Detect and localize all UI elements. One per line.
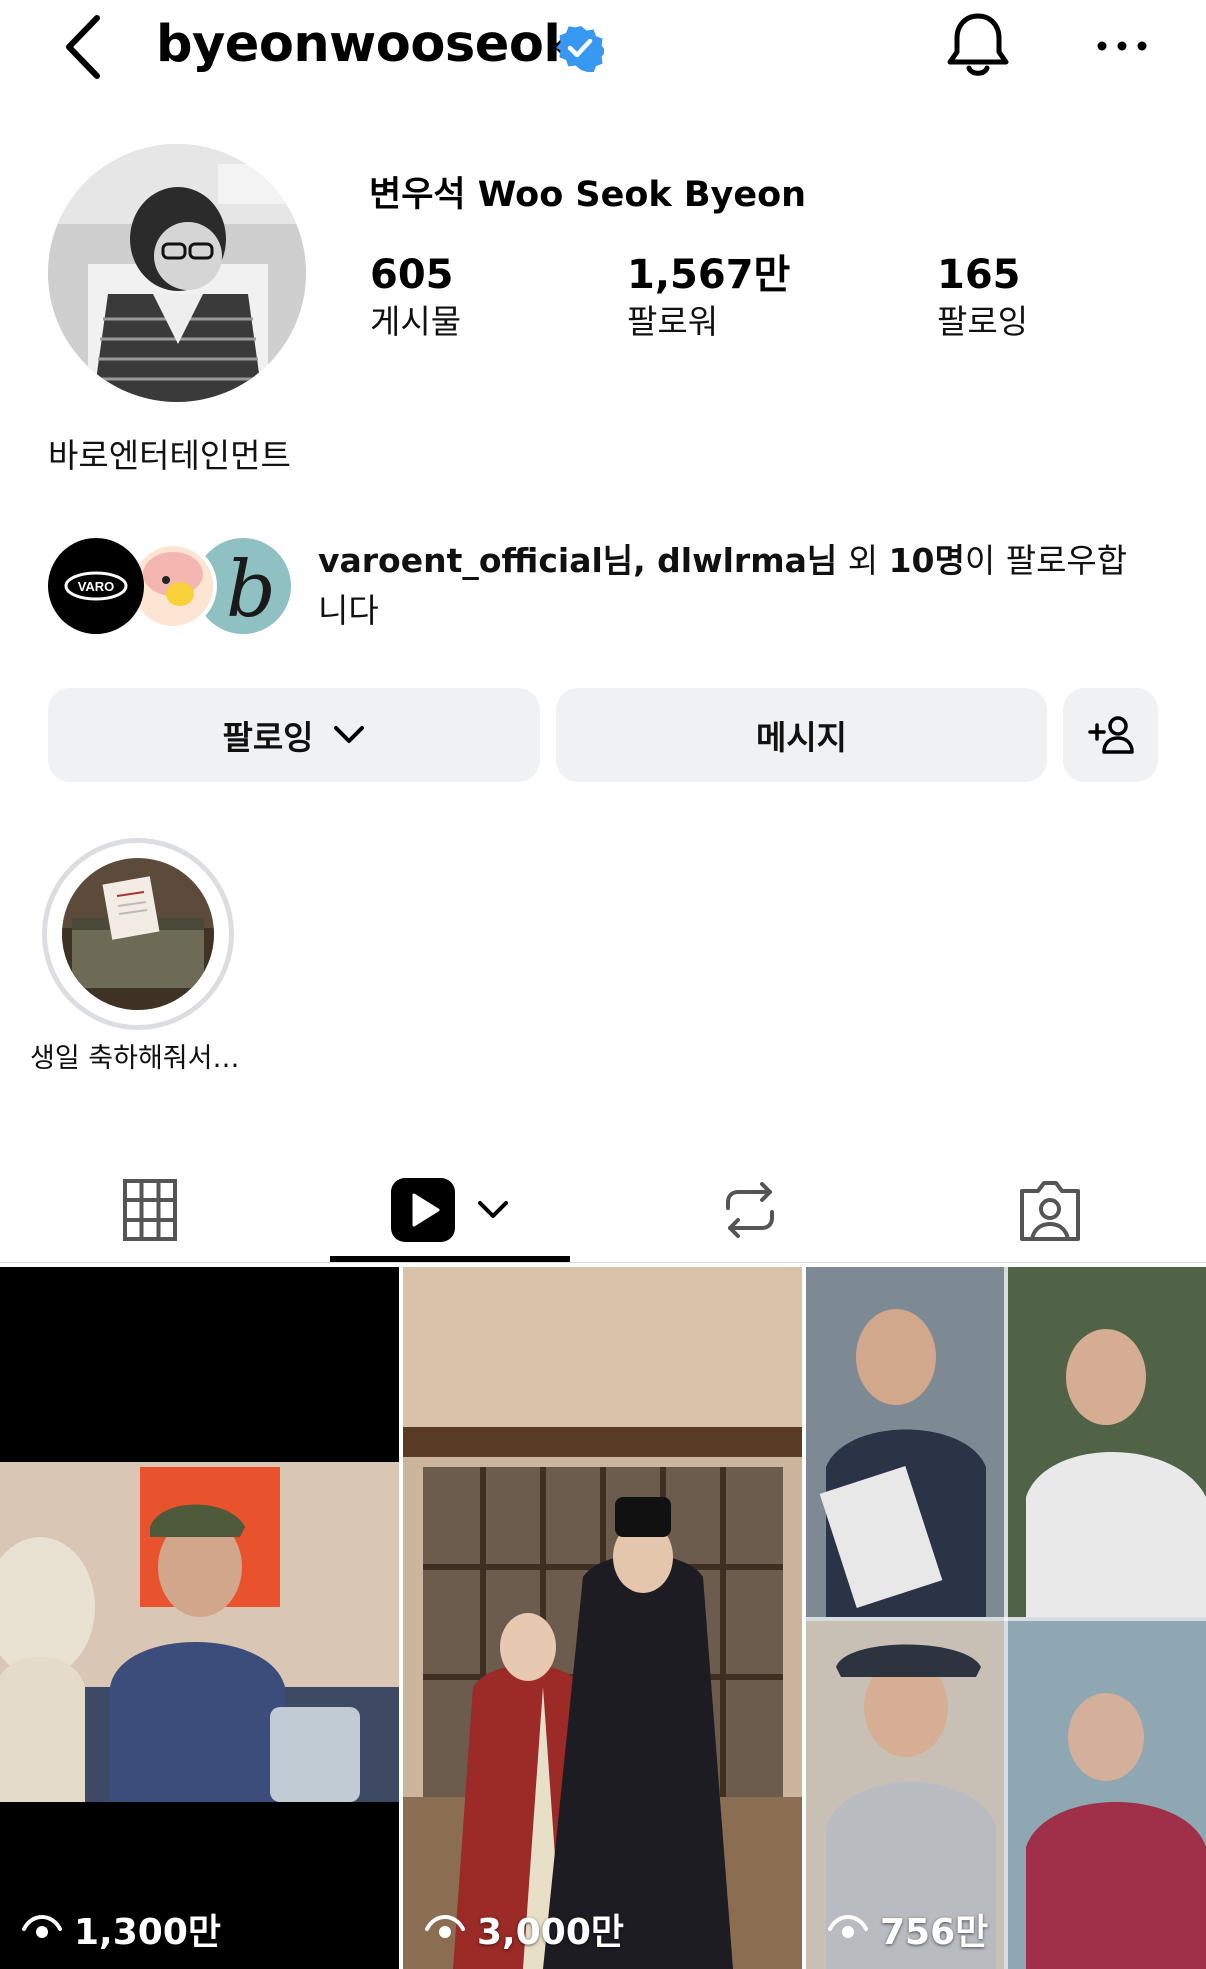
following-value: 165	[937, 252, 1021, 298]
tab-reposts[interactable]	[630, 1160, 870, 1260]
reel-thumbnail[interactable]: 3,000만	[403, 1267, 802, 1969]
add-person-icon	[1087, 716, 1134, 754]
tagged-icon	[1020, 1181, 1080, 1241]
followers-count[interactable]: 1,567만 팔로워	[627, 250, 790, 344]
back-arrow-icon[interactable]	[55, 12, 115, 82]
posts-count: 605 게시물	[370, 250, 461, 344]
following-label: 팔로잉	[937, 302, 1029, 341]
verified-badge-icon	[556, 26, 604, 72]
posts-value: 605	[370, 252, 454, 298]
display-name: 변우석 Woo Seok Byeon	[369, 175, 807, 215]
grid-icon	[123, 1179, 177, 1241]
tab-reels[interactable]	[330, 1160, 570, 1260]
followers-label: 팔로워	[627, 302, 719, 341]
highlight-thumbnail[interactable]	[62, 858, 214, 1010]
highlight-label: 생일 축하해줘서…	[30, 1043, 240, 1074]
mutual-avatar-letter: b	[226, 545, 276, 635]
reel-view-count-text: 3,000만	[477, 1912, 624, 1953]
following-button-label: 팔로잉	[222, 718, 314, 757]
reel-view-count: 3,000만	[425, 1903, 624, 1955]
mutual-count: 10명	[888, 541, 965, 580]
mutual-followers-text[interactable]: varoent_official님, dlwlrma님 외 10명이 팔로우합니…	[318, 536, 1148, 636]
more-options-icon[interactable]	[1092, 28, 1152, 64]
following-count[interactable]: 165 팔로잉	[937, 250, 1028, 344]
reel-thumbnail[interactable]: 756만	[806, 1267, 1206, 1969]
eye-icon	[425, 1915, 465, 1938]
followers-value: 1,567만	[627, 252, 791, 298]
reels-icon	[391, 1178, 455, 1242]
message-button-label: 메시지	[755, 718, 848, 757]
chevron-down-icon	[478, 1201, 508, 1218]
chevron-down-icon	[333, 726, 364, 743]
message-button[interactable]: 메시지	[556, 688, 1047, 782]
reel-view-count: 1,300만	[22, 1903, 221, 1955]
eye-icon	[22, 1915, 62, 1938]
reel-view-count-text: 1,300만	[74, 1912, 221, 1953]
posts-label: 게시물	[370, 302, 462, 341]
tab-divider	[0, 1262, 1206, 1263]
reel-view-count: 756만	[828, 1903, 988, 1955]
eye-icon	[828, 1915, 868, 1938]
tab-tagged[interactable]	[930, 1160, 1170, 1260]
repost-icon	[726, 1182, 774, 1238]
notification-bell-icon[interactable]	[943, 10, 1013, 82]
profile-avatar[interactable]	[48, 144, 306, 402]
mutual-followers-avatars[interactable]: b VARO	[48, 536, 298, 636]
profile-category: 바로엔터테인먼트	[48, 436, 291, 475]
varo-logo-text: VARO	[78, 579, 115, 594]
following-button[interactable]: 팔로잉	[48, 688, 540, 782]
reel-view-count-text: 756만	[880, 1912, 989, 1953]
profile-username: byeonwooseok	[156, 15, 577, 74]
tab-posts-grid[interactable]	[30, 1160, 270, 1260]
reel-thumbnail[interactable]: 1,300만	[0, 1267, 399, 1969]
mutual-names: varoent_official님, dlwlrma님	[318, 541, 838, 580]
suggest-users-button[interactable]	[1063, 688, 1158, 782]
mutual-middle: 외	[837, 541, 889, 580]
